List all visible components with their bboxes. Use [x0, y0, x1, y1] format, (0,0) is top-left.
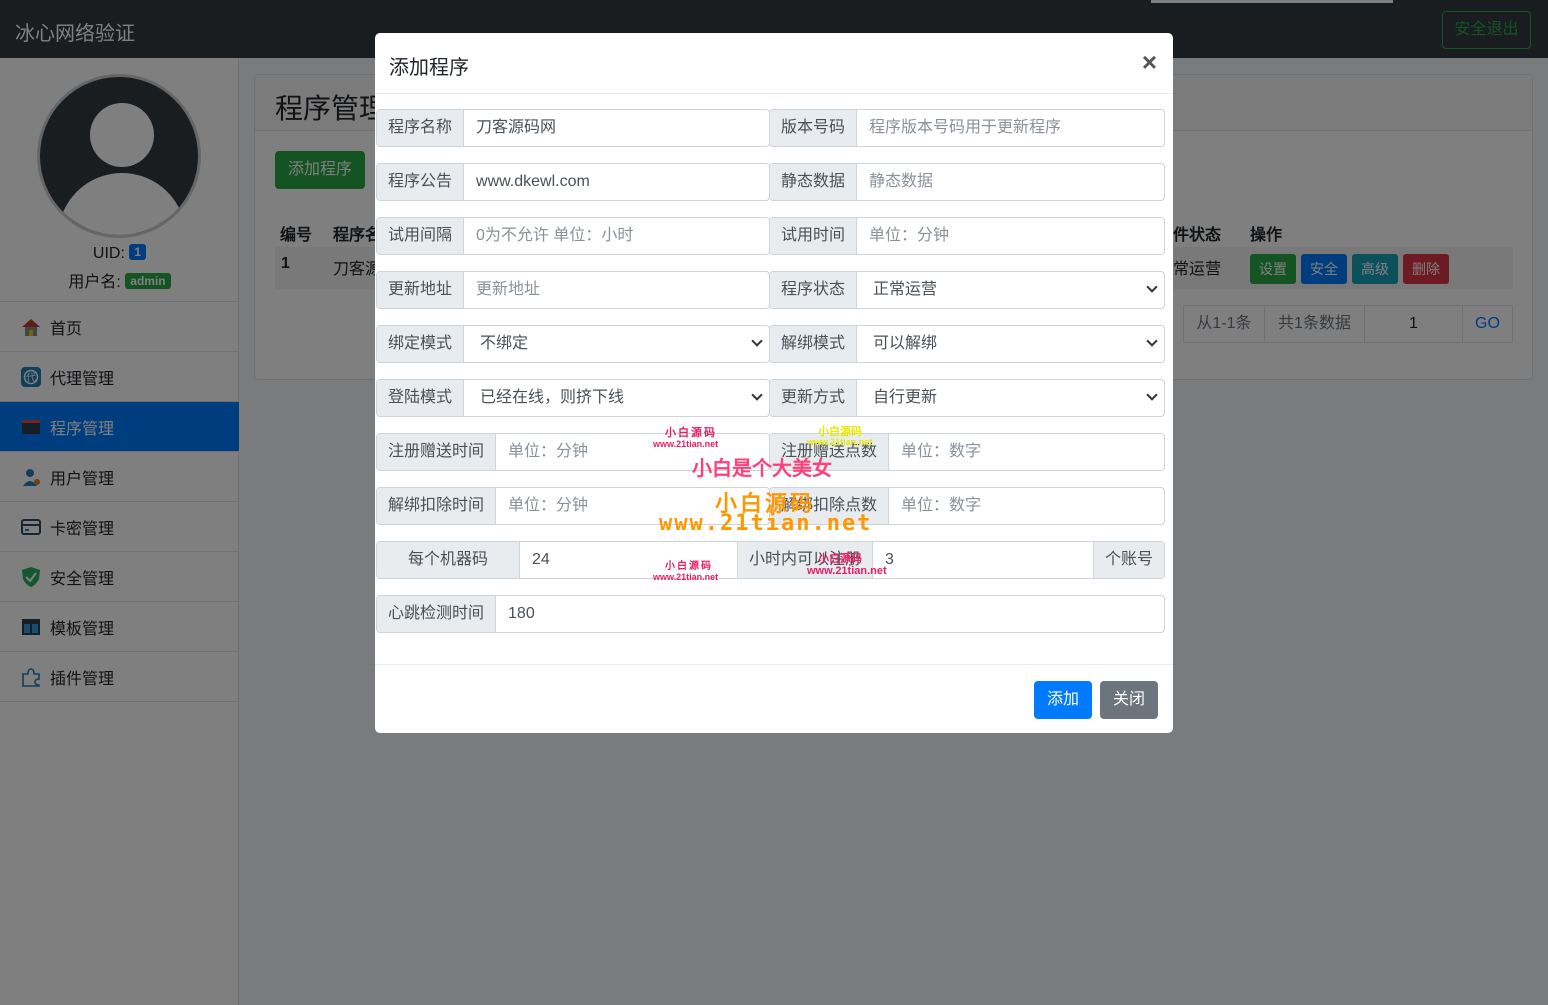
- reg-gift-points-group: 注册赠送点数 单位：数字: [769, 433, 1165, 471]
- unbind-deduct-points-input[interactable]: 单位：数字: [889, 488, 1164, 524]
- bind-mode-select[interactable]: 不绑定: [464, 326, 769, 362]
- modal-header: 添加程序 ×: [375, 33, 1173, 94]
- update-mode-label: 更新方式: [770, 380, 858, 416]
- reg-gift-time-group: 注册赠送时间 单位：分钟: [376, 433, 770, 471]
- update-mode-group: 更新方式 自行更新: [769, 379, 1165, 417]
- version-group: 版本号码 程序版本号码用于更新程序: [769, 109, 1165, 147]
- heartbeat-group: 心跳检测时间 180: [376, 595, 1165, 633]
- accounts-suffix: 个账号: [1092, 542, 1164, 578]
- update-mode-select[interactable]: 自行更新: [857, 380, 1164, 416]
- heartbeat-label: 心跳检测时间: [377, 596, 497, 632]
- hours-register-label: 小时内可以注册: [737, 542, 874, 578]
- program-name-group: 程序名称 刀客源码网: [376, 109, 770, 147]
- modal-title: 添加程序: [389, 57, 469, 79]
- bind-mode-label: 绑定模式: [377, 326, 465, 362]
- close-icon[interactable]: ×: [1142, 49, 1157, 75]
- bind-mode-value: 不绑定: [480, 335, 529, 352]
- login-mode-group: 登陆模式 已经在线，则挤下线: [376, 379, 770, 417]
- chevron-down-icon: [1146, 281, 1158, 293]
- reg-gift-points-label: 注册赠送点数: [770, 434, 890, 470]
- version-input[interactable]: 程序版本号码用于更新程序: [857, 110, 1164, 146]
- unbind-deduct-points-group: 解绑扣除点数 单位：数字: [769, 487, 1165, 525]
- notice-label: 程序公告: [377, 164, 465, 200]
- heartbeat-input[interactable]: 180: [496, 596, 1164, 632]
- register-limit-group: 每个机器码 24 小时内可以注册 3 个账号: [376, 541, 1165, 579]
- program-status-select[interactable]: 正常运营: [857, 272, 1164, 308]
- login-mode-select[interactable]: 已经在线，则挤下线: [464, 380, 769, 416]
- per-machine-label: 每个机器码: [377, 542, 520, 578]
- login-mode-value: 已经在线，则挤下线: [480, 389, 625, 406]
- trial-time-group: 试用时间 单位：分钟: [769, 217, 1165, 255]
- unbind-mode-label: 解绑模式: [770, 326, 858, 362]
- unbind-mode-select[interactable]: 可以解绑: [857, 326, 1164, 362]
- chevron-down-icon: [1146, 335, 1158, 347]
- program-name-label: 程序名称: [377, 110, 465, 146]
- trial-interval-group: 试用间隔 0为不允许 单位：小时: [376, 217, 770, 255]
- reg-gift-time-input[interactable]: 单位：分钟: [496, 434, 769, 470]
- update-url-group: 更新地址 更新地址: [376, 271, 770, 309]
- program-status-value: 正常运营: [873, 281, 938, 298]
- unbind-deduct-time-label: 解绑扣除时间: [377, 488, 497, 524]
- trial-interval-input[interactable]: 0为不允许 单位：小时: [464, 218, 769, 254]
- version-label: 版本号码: [770, 110, 858, 146]
- program-status-group: 程序状态 正常运营: [769, 271, 1165, 309]
- trial-time-input[interactable]: 单位：分钟: [857, 218, 1164, 254]
- notice-input[interactable]: www.dkewl.com: [464, 164, 769, 200]
- update-url-input[interactable]: 更新地址: [464, 272, 769, 308]
- bind-mode-group: 绑定模式 不绑定: [376, 325, 770, 363]
- chevron-down-icon: [751, 335, 763, 347]
- modal-footer: 添加 关闭: [375, 664, 1173, 733]
- update-url-label: 更新地址: [377, 272, 465, 308]
- add-program-modal: 添加程序 × 程序名称 刀客源码网 版本号码 程序版本号码用于更新程序 程序公告…: [375, 33, 1173, 733]
- unbind-deduct-points-label: 解绑扣除点数: [770, 488, 890, 524]
- unbind-deduct-time-input[interactable]: 单位：分钟: [496, 488, 769, 524]
- add-button[interactable]: 添加: [1034, 681, 1092, 719]
- close-button[interactable]: 关闭: [1100, 681, 1158, 719]
- chevron-down-icon: [751, 389, 763, 401]
- static-data-group: 静态数据 静态数据: [769, 163, 1165, 201]
- trial-time-label: 试用时间: [770, 218, 858, 254]
- program-name-input[interactable]: 刀客源码网: [464, 110, 769, 146]
- unbind-mode-value: 可以解绑: [873, 335, 938, 352]
- notice-group: 程序公告 www.dkewl.com: [376, 163, 770, 201]
- hours-register-input[interactable]: 3: [873, 542, 1093, 578]
- trial-interval-label: 试用间隔: [377, 218, 465, 254]
- static-data-input[interactable]: 静态数据: [857, 164, 1164, 200]
- unbind-deduct-time-group: 解绑扣除时间 单位：分钟: [376, 487, 770, 525]
- per-machine-input[interactable]: 24: [520, 542, 737, 578]
- unbind-mode-group: 解绑模式 可以解绑: [769, 325, 1165, 363]
- reg-gift-time-label: 注册赠送时间: [377, 434, 497, 470]
- login-mode-label: 登陆模式: [377, 380, 465, 416]
- static-data-label: 静态数据: [770, 164, 858, 200]
- chevron-down-icon: [1146, 389, 1158, 401]
- update-mode-value: 自行更新: [873, 389, 938, 406]
- reg-gift-points-input[interactable]: 单位：数字: [889, 434, 1164, 470]
- program-status-label: 程序状态: [770, 272, 858, 308]
